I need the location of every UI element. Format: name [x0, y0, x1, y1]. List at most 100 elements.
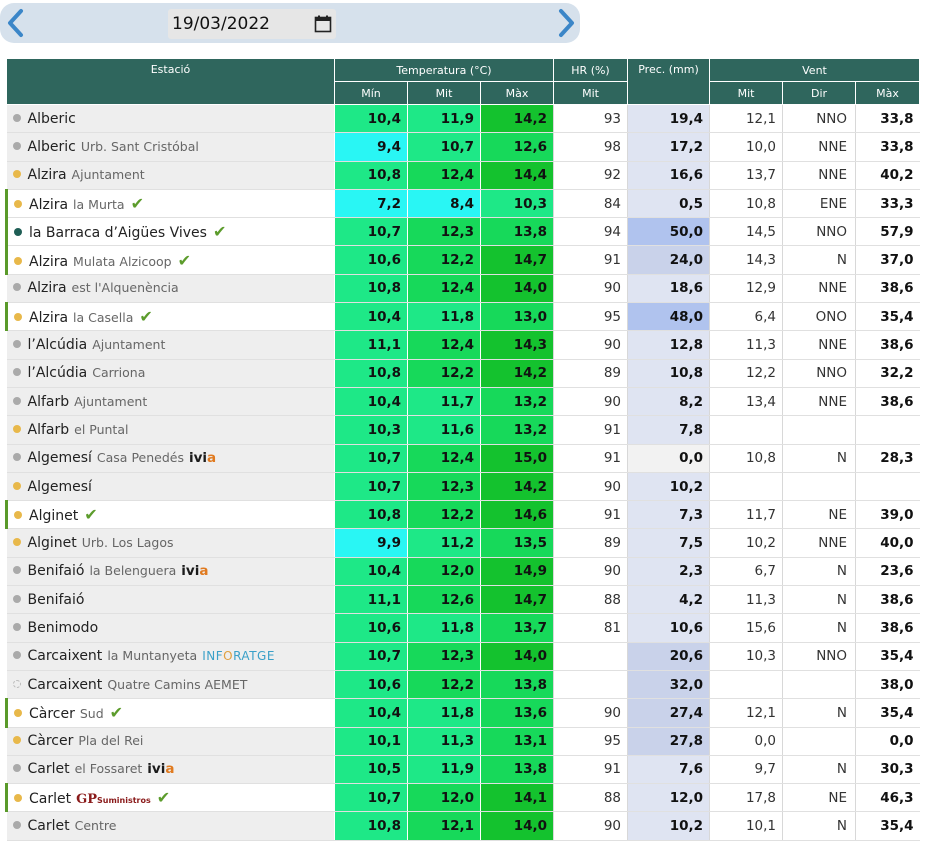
station-name[interactable]: Alginet	[29, 508, 78, 524]
header-station[interactable]: Estació	[6, 58, 335, 105]
station-cell[interactable]: Carlet el Fossaret ivia	[6, 755, 335, 785]
stations-table-body: Alberic 10,4 11,9 14,2 93 19,4 12,1 NNO 33,8 Albe…	[5, 104, 920, 841]
humidity-cell: 89	[553, 359, 628, 388]
wind-mit-cell: 14,5	[709, 217, 783, 247]
header-temp-mit[interactable]: Mit	[407, 81, 481, 105]
station-cell[interactable]: Càrcer Sud ✔	[5, 698, 335, 728]
calendar-icon[interactable]	[314, 15, 332, 33]
station-name[interactable]: Carlet	[28, 818, 70, 834]
station-name[interactable]: Alzira	[29, 197, 68, 213]
station-name[interactable]: Benimodo	[28, 620, 99, 636]
station-cell[interactable]: Carcaixent Quatre Camins AEMET	[6, 670, 335, 700]
wind-max-cell: 35,4	[855, 811, 920, 841]
wind-max-cell: 38,6	[855, 613, 920, 643]
station-cell[interactable]: Alberic Urb. Sant Cristóbal	[6, 132, 335, 162]
header-wind-mit[interactable]: Mit	[709, 81, 784, 105]
station-cell[interactable]: Alfarb el Puntal	[6, 415, 335, 445]
station-name[interactable]: l’Alcúdia	[28, 365, 88, 381]
status-dot-icon	[12, 396, 21, 405]
temp-min-cell: 10,8	[334, 161, 408, 190]
station-cell[interactable]: Alfarb Ajuntament	[6, 387, 335, 417]
station-cell[interactable]: Algemesí Casa Penedés ivia	[6, 444, 335, 473]
table-row: Carcaixent Quatre Camins AEMET 10,6 12,2 13,…	[6, 670, 920, 700]
station-cell[interactable]: Carlet Centre	[6, 811, 335, 841]
station-name[interactable]: Algemesí	[28, 450, 92, 466]
station-cell[interactable]: Benifaió	[6, 585, 335, 615]
header-wind-max[interactable]: Màx	[855, 81, 921, 105]
station-subname: Sud	[79, 706, 104, 722]
station-name[interactable]: Benifaió	[28, 563, 85, 579]
station-name[interactable]: Algemesí	[28, 479, 92, 495]
next-day-button[interactable]	[552, 6, 580, 40]
wind-dir-cell: NNO	[782, 217, 856, 247]
ivia-logo-accent: a	[199, 563, 209, 580]
header-hr-mit[interactable]: Mit	[553, 81, 629, 105]
header-prec[interactable]: Prec. (mm)	[627, 58, 711, 105]
date-input[interactable]: 19/03/2022	[168, 9, 336, 39]
station-name[interactable]: Carcaixent	[28, 648, 103, 664]
previous-day-button[interactable]	[2, 6, 30, 40]
station-name[interactable]: l’Alcúdia	[28, 337, 88, 353]
station-cell[interactable]: l’Alcúdia Carriona	[6, 359, 335, 388]
status-dot-icon	[12, 594, 21, 603]
header-wind-dir[interactable]: Dir	[782, 81, 857, 105]
temp-min-cell: 10,4	[334, 387, 408, 417]
wind-mit-cell: 9,7	[709, 755, 783, 785]
station-name[interactable]: Alzira	[29, 310, 68, 326]
status-dot-icon	[12, 481, 21, 490]
station-cell[interactable]: Carcaixent la Muntanyeta INFORATGE	[6, 642, 335, 671]
station-cell[interactable]: Algemesí	[6, 472, 335, 502]
station-cell[interactable]: Alzira la Murta ✔	[5, 189, 335, 219]
humidity-cell: 98	[553, 132, 628, 162]
station-name[interactable]: Alzira	[29, 254, 68, 270]
temp-max-cell: 10,3	[479, 189, 554, 219]
precipitation-cell: 0,5	[627, 189, 710, 219]
station-cell[interactable]: la Barraca d’Aigües Vives ✔	[5, 217, 335, 247]
verified-check-icon: ✔	[84, 505, 98, 525]
precipitation-cell: 0,0	[627, 444, 710, 473]
station-name[interactable]: Carcaixent	[28, 677, 103, 693]
station-cell[interactable]: Carlet GPSuministros ✔	[5, 783, 335, 813]
header-temp-min[interactable]: Mín	[334, 81, 408, 105]
station-cell[interactable]: Alzira Mulata Alzicoop ✔	[5, 245, 335, 275]
station-name[interactable]: Carlet	[28, 761, 70, 777]
temp-min-cell: 10,4	[334, 698, 408, 728]
precipitation-cell: 16,6	[627, 161, 710, 190]
station-cell[interactable]: Benimodo	[6, 613, 335, 643]
station-name[interactable]: Alginet	[28, 535, 77, 551]
header-hr: HR (%)	[553, 58, 629, 82]
station-name[interactable]: Benifaió	[28, 592, 85, 608]
wind-dir-cell: ONO	[782, 302, 856, 332]
wind-dir-cell	[782, 415, 856, 445]
station-cell[interactable]: Càrcer Pla del Rei	[6, 727, 335, 756]
temp-max-cell: 13,2	[479, 387, 554, 417]
station-name[interactable]: Alfarb	[28, 394, 70, 410]
gp-logo-small: Suministros	[97, 796, 151, 806]
station-cell[interactable]: l’Alcúdia Ajuntament	[6, 330, 335, 360]
station-name[interactable]: la Barraca d’Aigües Vives	[29, 225, 207, 241]
wind-dir-cell: NNE	[782, 528, 856, 558]
table-row: l’Alcúdia Ajuntament 11,1 12,4 14,3 90 12,8 11,…	[6, 330, 920, 360]
status-dot-icon	[12, 283, 21, 292]
station-name[interactable]: Carlet	[29, 791, 71, 807]
station-cell[interactable]: Alzira est l'Alquenència	[6, 274, 335, 304]
wind-mit-cell	[709, 472, 783, 502]
station-cell[interactable]: Alzira la Casella ✔	[5, 302, 335, 332]
station-name[interactable]: Càrcer	[29, 706, 75, 722]
wind-dir-cell: ENE	[782, 189, 856, 219]
station-name[interactable]: Alzira	[28, 280, 67, 296]
precipitation-cell: 7,5	[627, 528, 710, 558]
station-name[interactable]: Alfarb	[28, 422, 70, 438]
wind-max-cell: 23,6	[855, 557, 920, 587]
header-temp-max[interactable]: Màx	[479, 81, 555, 105]
station-cell[interactable]: Alzira Ajuntament	[6, 161, 335, 190]
station-name[interactable]: Càrcer	[28, 733, 74, 749]
station-cell[interactable]: Benifaió la Belenguera ivia	[6, 557, 335, 587]
station-cell[interactable]: Alberic	[6, 104, 335, 134]
station-name[interactable]: Alberic	[28, 139, 76, 155]
temp-min-cell: 11,1	[334, 585, 408, 615]
station-name[interactable]: Alberic	[28, 111, 76, 127]
station-name[interactable]: Alzira	[28, 167, 67, 183]
station-cell[interactable]: Alginet ✔	[5, 500, 335, 530]
station-cell[interactable]: Alginet Urb. Los Lagos	[6, 528, 335, 558]
